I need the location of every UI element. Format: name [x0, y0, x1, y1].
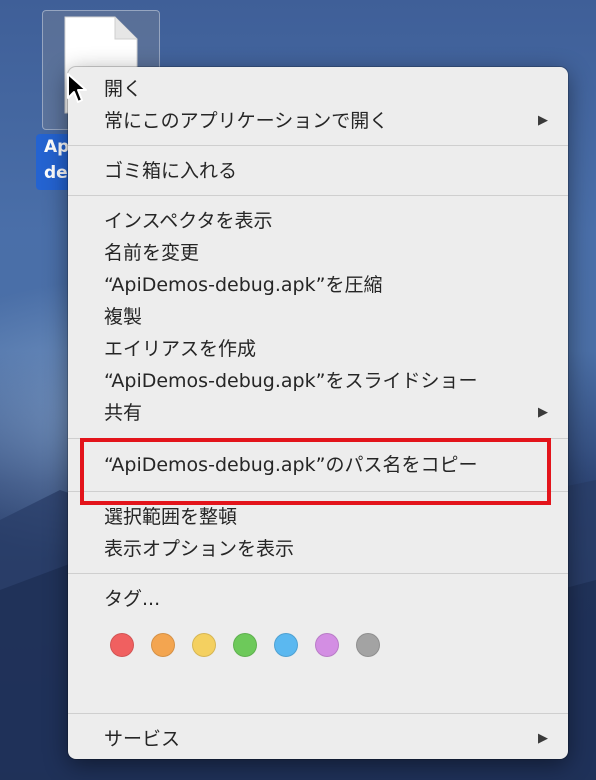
menu-item-services[interactable]: サービス ▶ [68, 723, 568, 755]
menu-item-group3-3[interactable]: 複製 [68, 301, 568, 333]
menu-item-group1-1[interactable]: 常にこのアプリケーションで開く ▶ [68, 105, 568, 137]
menu-item-group1-0[interactable]: 開く [68, 73, 568, 105]
menu-item-group3-0[interactable]: インスペクタを表示 [68, 205, 568, 237]
menu-item-label: サービス [104, 728, 181, 750]
menu-item-tags[interactable]: タグ... [68, 583, 568, 615]
submenu-arrow-icon: ▶ [538, 113, 548, 128]
menu-item-group3-6[interactable]: 共有 ▶ [68, 397, 568, 429]
tag-color-dot[interactable] [151, 633, 175, 657]
menu-item-label: 選択範囲を整頓 [104, 506, 238, 528]
menu-item-group3-2[interactable]: “ApiDemos-debug.apk”を圧縮 [68, 269, 568, 301]
menu-item-group5-0[interactable]: 選択範囲を整頓 [68, 501, 568, 533]
menu-item-label: 名前を変更 [104, 242, 200, 264]
menu-item-label: 開く [104, 78, 143, 100]
menu-item-group2-0[interactable]: ゴミ箱に入れる [68, 155, 568, 187]
tag-color-dot[interactable] [192, 633, 216, 657]
tag-color-dot[interactable] [356, 633, 380, 657]
tag-color-dot[interactable] [315, 633, 339, 657]
submenu-arrow-icon: ▶ [538, 731, 548, 746]
menu-separator [68, 573, 568, 574]
menu-item-label: 表示オプションを表示 [104, 538, 295, 560]
menu-item-group3-4[interactable]: エイリアスを作成 [68, 333, 568, 365]
menu-item-label: インスペクタを表示 [104, 210, 273, 232]
menu-item-label: 共有 [104, 402, 143, 424]
submenu-arrow-icon: ▶ [538, 405, 548, 420]
menu-item-label: エイリアスを作成 [104, 338, 257, 360]
menu-separator [68, 195, 568, 196]
tag-color-dot[interactable] [110, 633, 134, 657]
menu-item-group3-1[interactable]: 名前を変更 [68, 237, 568, 269]
menu-item-label: 常にこのアプリケーションで開く [104, 110, 389, 132]
menu-item-label: “ApiDemos-debug.apk”を圧縮 [104, 274, 383, 296]
menu-item-group5-1[interactable]: 表示オプションを表示 [68, 533, 568, 565]
tag-color-dot[interactable] [233, 633, 257, 657]
highlight-annotation-box [80, 438, 551, 505]
menu-item-label: 複製 [104, 306, 143, 328]
menu-separator [68, 713, 568, 714]
menu-item-label: ゴミ箱に入れる [104, 160, 238, 182]
menu-item-group3-5[interactable]: “ApiDemos-debug.apk”をスライドショー [68, 365, 568, 397]
mouse-pointer-icon [67, 73, 87, 103]
menu-separator [68, 145, 568, 146]
menu-item-label: タグ... [104, 588, 161, 610]
tag-color-dot[interactable] [274, 633, 298, 657]
menu-item-label: “ApiDemos-debug.apk”をスライドショー [104, 370, 478, 392]
context-menu: 開く常にこのアプリケーションで開く ▶ ゴミ箱に入れる インスペクタを表示 名前を変… [68, 67, 568, 759]
tag-color-row [68, 625, 568, 665]
